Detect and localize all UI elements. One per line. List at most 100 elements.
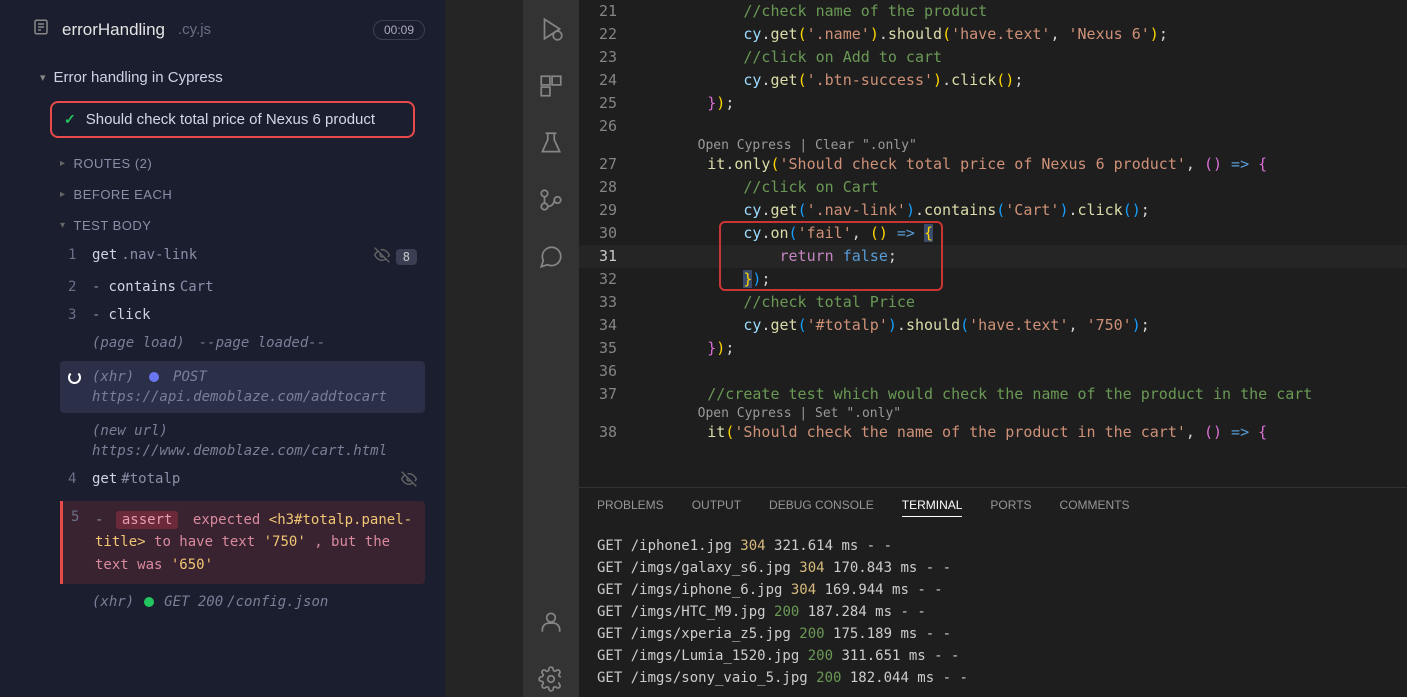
new-url-label: (new url) [92, 423, 168, 439]
panel-tabs: PROBLEMS OUTPUT DEBUG CONSOLE TERMINAL P… [579, 488, 1407, 527]
chevron-right-icon: ▸ [60, 189, 66, 200]
cmd-contains[interactable]: 2 - contains Cart [60, 273, 425, 301]
get-dot-icon [144, 597, 154, 607]
terminal-line: GET /imgs/galaxy_s6.jpg 304 170.843 ms -… [597, 557, 1389, 579]
page-load-label: (page load) [92, 335, 185, 351]
cmd-dash: - [92, 307, 100, 323]
line-number: 23 [579, 46, 635, 69]
tab-ports[interactable]: PORTS [990, 498, 1031, 517]
tab-comments[interactable]: COMMENTS [1060, 498, 1130, 517]
cmd-get[interactable]: 1 get .nav-link 8 [60, 241, 425, 273]
assert-pill: assert [116, 511, 179, 529]
section-label: ROUTES (2) [74, 156, 153, 171]
code-editor[interactable]: 21 //check name of the product 22 cy.get… [579, 0, 1407, 487]
extensions-icon[interactable] [538, 73, 564, 104]
line-number: 21 [579, 0, 635, 23]
cmd-xhr-get[interactable]: (xhr) GET 200 /config.json [60, 588, 425, 616]
cmd-number: 1 [68, 247, 92, 263]
test-row[interactable]: ✓ Should check total price of Nexus 6 pr… [50, 101, 415, 138]
suite-row[interactable]: ▾ Error handling in Cypress [0, 59, 445, 96]
cmd-assert-failed[interactable]: 5 - assert expected <h3#totalp.panel-tit… [60, 501, 425, 584]
xhr-status: GET 200 [164, 594, 223, 610]
terminal-output[interactable]: GET /iphone1.jpg 304 321.614 ms - -GET /… [579, 527, 1407, 697]
line-number: 33 [579, 291, 635, 314]
command-log: 1 get .nav-link 8 2 - contains Cart 3 [0, 241, 445, 616]
spec-name: errorHandling [62, 20, 165, 40]
spec-timer: 00:09 [373, 20, 425, 40]
line-number: 26 [579, 115, 635, 138]
cmd-arg: #totalp [121, 471, 180, 487]
line-number: 38 [579, 421, 635, 444]
spec-header: errorHandling .cy.js 00:09 [0, 0, 445, 59]
xhr-label: (xhr) [92, 594, 134, 610]
codelens-open-set[interactable]: Open Cypress | Set ".only" [579, 406, 1407, 421]
bottom-panel: PROBLEMS OUTPUT DEBUG CONSOLE TERMINAL P… [579, 487, 1407, 697]
terminal-line: GET /iphone1.jpg 304 321.614 ms - - [597, 535, 1389, 557]
line-number: 27 [579, 153, 635, 176]
chevron-down-icon: ▾ [60, 220, 66, 231]
terminal-line: GET /imgs/HTC_M9.jpg 200 187.284 ms - - [597, 601, 1389, 623]
cmd-new-url[interactable]: (new url) https://www.demoblaze.com/cart… [60, 417, 425, 465]
cmd-click[interactable]: 3 - click [60, 301, 425, 329]
assert-prefix: expected [193, 512, 260, 528]
test-title: Should check total price of Nexus 6 prod… [86, 111, 375, 128]
terminal-line: GET /imgs/xperia_z5.jpg 200 175.189 ms -… [597, 623, 1389, 645]
cmd-number: 2 [68, 279, 92, 295]
cmd-method: contains [108, 279, 175, 295]
testing-icon[interactable] [538, 130, 564, 161]
cmd-number: 3 [68, 307, 92, 323]
settings-gear-icon[interactable] [538, 666, 564, 697]
line-number: 34 [579, 314, 635, 337]
source-control-icon[interactable] [538, 187, 564, 218]
section-before-each[interactable]: ▸ BEFORE EACH [0, 179, 445, 210]
line-number: 35 [579, 337, 635, 360]
cmd-page-load[interactable]: (page load) --page loaded-- [60, 329, 425, 357]
line-number: 31 [579, 245, 635, 268]
cmd-xhr-post[interactable]: (xhr) POST https://api.demoblaze.com/add… [60, 361, 425, 413]
tab-output[interactable]: OUTPUT [692, 498, 741, 517]
section-routes[interactable]: ▸ ROUTES (2) [0, 148, 445, 179]
codelens-open-clear[interactable]: Open Cypress | Clear ".only" [579, 138, 1407, 153]
line-number: 29 [579, 199, 635, 222]
cmd-method: get [92, 247, 117, 263]
spec-extension: .cy.js [178, 21, 211, 38]
line-number: 22 [579, 23, 635, 46]
eye-off-icon[interactable] [374, 247, 390, 267]
section-label: BEFORE EACH [74, 187, 173, 202]
cmd-method: click [108, 307, 150, 323]
post-dot-icon [149, 372, 159, 382]
line-number: 36 [579, 360, 635, 383]
spec-file-icon [32, 18, 50, 41]
xhr-label: (xhr) [92, 369, 134, 385]
line-number: 28 [579, 176, 635, 199]
section-test-body[interactable]: ▾ TEST BODY [0, 210, 445, 241]
cmd-get-totalp[interactable]: 4 get #totalp [60, 465, 425, 497]
comments-icon[interactable] [538, 244, 564, 275]
editor-area: 21 //check name of the product 22 cy.get… [579, 0, 1407, 697]
assert-text: to have text [154, 534, 255, 550]
spinner-icon [68, 371, 81, 384]
tab-problems[interactable]: PROBLEMS [597, 498, 664, 517]
cmd-arg: .nav-link [121, 247, 197, 263]
chevron-down-icon: ▾ [40, 71, 46, 84]
accounts-icon[interactable] [538, 609, 564, 640]
panel-divider[interactable] [445, 0, 523, 697]
cmd-dash: - [92, 279, 100, 295]
tab-terminal[interactable]: TERMINAL [902, 498, 963, 517]
assert-actual: '650' [171, 557, 213, 573]
cmd-dash: - [95, 512, 103, 528]
run-debug-icon[interactable] [538, 16, 564, 47]
eye-off-icon[interactable] [401, 471, 417, 491]
line-number: 25 [579, 92, 635, 115]
terminal-line: GET /imgs/iphone_6.jpg 304 169.944 ms - … [597, 579, 1389, 601]
xhr-method: POST [173, 369, 207, 385]
line-number: 24 [579, 69, 635, 92]
terminal-line: GET /imgs/sony_vaio_5.jpg 200 182.044 ms… [597, 667, 1389, 689]
activity-bar [523, 0, 579, 697]
cmd-method: get [92, 471, 117, 487]
line-number: 30 [579, 222, 635, 245]
tab-debug-console[interactable]: DEBUG CONSOLE [769, 498, 874, 517]
page-load-status: --page loaded-- [199, 335, 325, 351]
cypress-runner-panel: errorHandling .cy.js 00:09 ▾ Error handli… [0, 0, 445, 697]
line-number: 32 [579, 268, 635, 291]
